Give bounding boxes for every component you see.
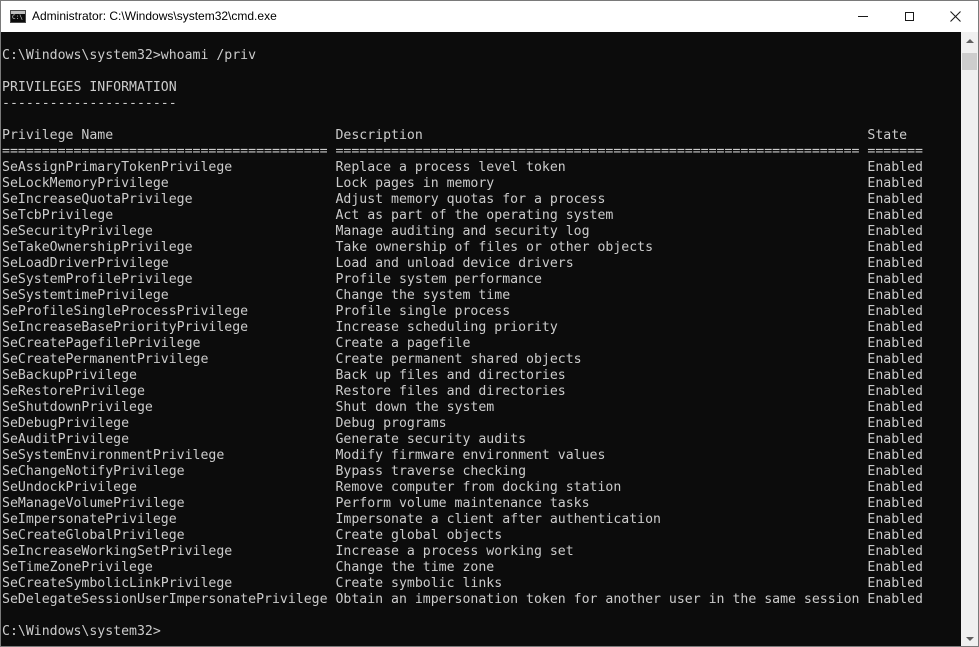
title-bar[interactable]: C:\ Administrator: C:\Windows\system32\c… bbox=[1, 1, 978, 32]
console-line: SeProfileSingleProcessPrivilege Profile … bbox=[2, 304, 923, 319]
console-line: SeIncreaseQuotaPrivilege Adjust memory q… bbox=[2, 192, 923, 207]
console-line: SeShutdownPrivilege Shut down the system… bbox=[2, 400, 923, 415]
console-line: SeIncreaseWorkingSetPrivilege Increase a… bbox=[2, 544, 923, 559]
close-icon bbox=[949, 11, 961, 22]
cmd-icon-text: C:\ bbox=[12, 14, 23, 21]
console-line: SeCreateGlobalPrivilege Create global ob… bbox=[2, 528, 923, 543]
maximize-button[interactable] bbox=[886, 1, 932, 32]
console-line: Privilege Name Description State bbox=[2, 128, 908, 143]
minimize-icon bbox=[858, 16, 868, 17]
scroll-down-button[interactable] bbox=[961, 630, 978, 646]
console-line: SeCreatePagefilePrivilege Create a pagef… bbox=[2, 336, 923, 351]
console-output[interactable]: C:\Windows\system32>whoami /priv PRIVILEG… bbox=[1, 32, 961, 646]
minimize-button[interactable] bbox=[840, 1, 886, 32]
console-line: SeManageVolumePrivilege Perform volume m… bbox=[2, 496, 923, 511]
console-line: SeAuditPrivilege Generate security audit… bbox=[2, 432, 923, 447]
console-line: SeSecurityPrivilege Manage auditing and … bbox=[2, 224, 923, 239]
scroll-thumb[interactable] bbox=[962, 53, 977, 70]
console-line: C:\Windows\system32>whoami /priv bbox=[2, 48, 257, 63]
scroll-down-arrow-icon bbox=[965, 636, 974, 641]
console-line: SeSystemtimePrivilege Change the system … bbox=[2, 288, 923, 303]
console-line: SeBackupPrivilege Back up files and dire… bbox=[2, 368, 923, 383]
console-line: SeSystemProfilePrivilege Profile system … bbox=[2, 272, 923, 287]
console-line: SeIncreaseBasePriorityPrivilege Increase… bbox=[2, 320, 923, 335]
console-line: SeDebugPrivilege Debug programs Enabled bbox=[2, 416, 923, 431]
scroll-up-arrow-icon bbox=[965, 38, 974, 43]
console-line: SeImpersonatePrivilege Impersonate a cli… bbox=[2, 512, 923, 527]
console-line: ========================================… bbox=[2, 144, 923, 159]
console-line: SeCreateSymbolicLinkPrivilege Create sym… bbox=[2, 576, 923, 591]
console-text: C:\Windows\system32>whoami /priv PRIVILEG… bbox=[2, 32, 923, 640]
console-line: SeAssignPrimaryTokenPrivilege Replace a … bbox=[2, 160, 923, 175]
vertical-scrollbar[interactable] bbox=[961, 32, 978, 646]
console-line: SeUndockPrivilege Remove computer from d… bbox=[2, 480, 923, 495]
console-line: SeChangeNotifyPrivilege Bypass traverse … bbox=[2, 464, 923, 479]
maximize-icon bbox=[904, 12, 914, 21]
console-line: PRIVILEGES INFORMATION bbox=[2, 80, 177, 95]
cmd-window: C:\ Administrator: C:\Windows\system32\c… bbox=[0, 0, 979, 647]
console-line: SeRestorePrivilege Restore files and dir… bbox=[2, 384, 923, 399]
console-line: SeCreatePermanentPrivilege Create perman… bbox=[2, 352, 923, 367]
console-line: SeSystemEnvironmentPrivilege Modify firm… bbox=[2, 448, 923, 463]
console-line: SeLoadDriverPrivilege Load and unload de… bbox=[2, 256, 923, 271]
console-line: SeLockMemoryPrivilege Lock pages in memo… bbox=[2, 176, 923, 191]
cmd-icon[interactable]: C:\ bbox=[10, 10, 26, 23]
window-title: Administrator: C:\Windows\system32\cmd.e… bbox=[32, 9, 277, 23]
console-line: SeTakeOwnershipPrivilege Take ownership … bbox=[2, 240, 923, 255]
scroll-up-button[interactable] bbox=[961, 32, 978, 49]
console-line: SeTimeZonePrivilege Change the time zone… bbox=[2, 560, 923, 575]
console-line: SeDelegateSessionUserImpersonatePrivileg… bbox=[2, 592, 923, 607]
close-button[interactable] bbox=[932, 1, 978, 32]
console-line: SeTcbPrivilege Act as part of the operat… bbox=[2, 208, 923, 223]
console-line: C:\Windows\system32> bbox=[2, 624, 161, 639]
console-line: ---------------------- bbox=[2, 96, 177, 111]
